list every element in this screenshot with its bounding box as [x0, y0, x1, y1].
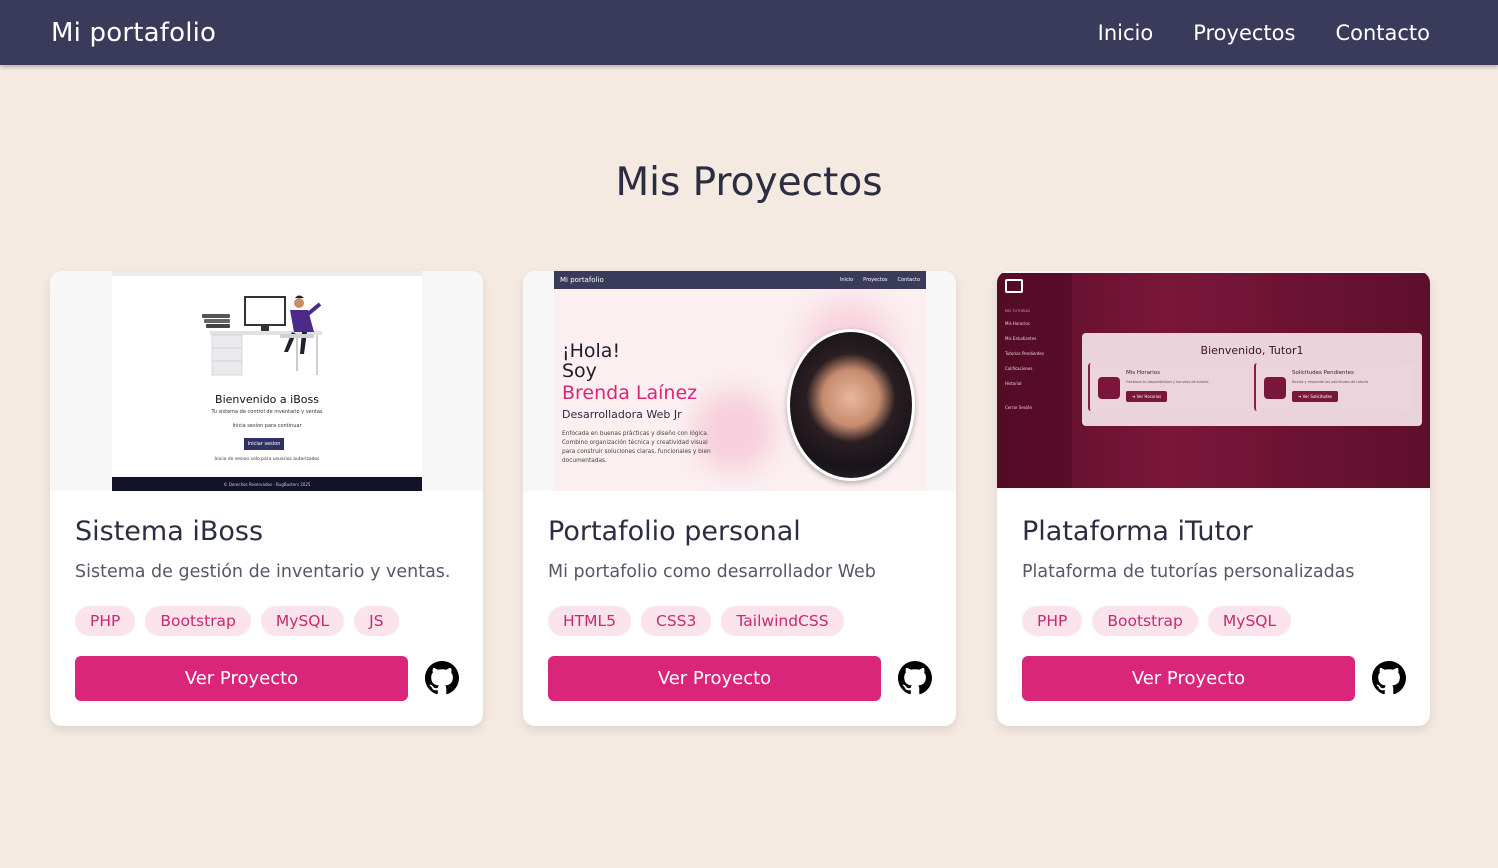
project-thumbnail: MIS TUTORÍAS Mis Horarios Mis Estudiante… — [997, 271, 1430, 491]
project-description: Plataforma de tutorías personalizadas — [1022, 562, 1355, 582]
tag-list: PHP Bootstrap MySQL — [1022, 606, 1292, 636]
nav-link-proyectos[interactable]: Proyectos — [1193, 21, 1295, 45]
github-icon[interactable] — [898, 661, 932, 695]
greeting-line: Soy — [562, 360, 597, 382]
thumbnail-card-text: Gestiona tu disponibilidad y horarios de… — [1126, 380, 1209, 384]
thumbnail-note: Inicio de sesion solo para usuarios auto… — [214, 457, 320, 462]
thumbnail-subtitle: Tu sistema de control de inventario y ve… — [211, 409, 323, 415]
greeting-line: ¡Hola! — [562, 340, 621, 362]
view-project-button[interactable]: Ver Proyecto — [75, 656, 408, 701]
calendar-icon — [1098, 377, 1120, 399]
project-description: Mi portafolio como desarrollador Web — [548, 562, 876, 582]
project-title: Sistema iBoss — [75, 516, 264, 547]
thumbnail-nav-links: Inicio Proyectos Contacto — [840, 277, 920, 283]
thumbnail-nav-link: Proyectos — [863, 277, 888, 283]
thumbnail-card: Solicitudes Pendientes Revisa y responde… — [1254, 363, 1414, 411]
tag: HTML5 — [548, 606, 631, 636]
itutor-logo-icon — [1005, 279, 1023, 293]
view-project-button[interactable]: Ver Proyecto — [548, 656, 881, 701]
thumbnail-card-button: ➔ Ver Horarios — [1126, 391, 1168, 402]
tag: MySQL — [260, 606, 345, 636]
sidebar-item: Cerrar Sesión — [1005, 405, 1033, 410]
project-card-portafolio: Mi portafolio Inicio Proyectos Contacto … — [523, 271, 956, 726]
list-icon — [1264, 377, 1286, 399]
sidebar-item: Historial — [1005, 381, 1022, 386]
tag: TailwindCSS — [721, 606, 844, 636]
project-description: Sistema de gestión de inventario y venta… — [75, 562, 451, 582]
portfolio-screenshot: Mi portafolio Inicio Proyectos Contacto … — [554, 271, 926, 491]
navbar: Mi portafolio Inicio Proyectos Contacto — [0, 0, 1498, 65]
thumbnail-card-title: Mis Horarios — [1126, 370, 1161, 376]
thumbnail-card-title: Solicitudes Pendientes — [1292, 370, 1354, 376]
thumbnail-nav-link: Contacto — [897, 277, 920, 283]
page-title: Mis Proyectos — [615, 160, 883, 205]
sidebar-item: Tutorías Pendientes — [1005, 351, 1044, 356]
thumbnail-role: Desarrolladora Web Jr — [562, 408, 682, 421]
brand-logo[interactable]: Mi portafolio — [51, 18, 216, 48]
thumbnail-navbar: Mi portafolio Inicio Proyectos Contacto — [554, 271, 926, 289]
thumbnail-brand: Mi portafolio — [560, 276, 604, 284]
tag: MySQL — [1207, 606, 1292, 636]
sidebar-item: Calificaciones — [1005, 366, 1033, 371]
thumbnail-greeting: ¡Hola! Soy — [562, 341, 620, 381]
thumbnail-card: Mis Horarios Gestiona tu disponibilidad … — [1088, 363, 1248, 411]
nav-link-contacto[interactable]: Contacto — [1335, 21, 1430, 45]
tag: Bootstrap — [145, 606, 251, 636]
thumbnail-heading: Bienvenido a iBoss — [215, 393, 319, 406]
thumbnail-sidebar: MIS TUTORÍAS Mis Horarios Mis Estudiante… — [997, 273, 1072, 488]
thumbnail-login-button: Iniciar sesion — [244, 438, 284, 450]
nav-link-inicio[interactable]: Inicio — [1098, 21, 1154, 45]
tag: PHP — [75, 606, 136, 636]
project-thumbnail: Mi portafolio Inicio Proyectos Contacto … — [523, 271, 956, 491]
project-title: Portafolio personal — [548, 516, 801, 547]
tag: Bootstrap — [1092, 606, 1198, 636]
thumbnail-welcome-panel: Bienvenido, Tutor1 Mis Horarios Gestiona… — [1082, 333, 1422, 426]
iboss-login-screenshot: Bienvenido a iBoss Tu sistema de control… — [112, 271, 422, 491]
project-card-iboss: Bienvenido a iBoss Tu sistema de control… — [50, 271, 483, 726]
itutor-dashboard-screenshot: MIS TUTORÍAS Mis Horarios Mis Estudiante… — [997, 273, 1430, 488]
sidebar-item: Mis Estudiantes — [1005, 336, 1037, 341]
tag-list: PHP Bootstrap MySQL JS — [75, 606, 399, 636]
thumbnail-footer: © Derechos Reservados - BugBusters 2025 — [112, 477, 422, 491]
desk-illustration — [202, 295, 322, 376]
profile-photo — [787, 329, 915, 481]
sidebar-heading: MIS TUTORÍAS — [1005, 309, 1031, 313]
nav-links: Inicio Proyectos Contacto — [1098, 21, 1430, 45]
project-thumbnail: Bienvenido a iBoss Tu sistema de control… — [50, 271, 483, 491]
tag: JS — [354, 606, 399, 636]
thumbnail-blurb: Enfocada en buenas prácticas y diseño co… — [562, 431, 711, 464]
tag: PHP — [1022, 606, 1083, 636]
thumbnail-welcome: Bienvenido, Tutor1 — [1200, 344, 1304, 357]
thumbnail-name: Brenda Laínez — [562, 382, 698, 404]
github-icon[interactable] — [425, 661, 459, 695]
view-project-button[interactable]: Ver Proyecto — [1022, 656, 1355, 701]
project-card-itutor: MIS TUTORÍAS Mis Horarios Mis Estudiante… — [997, 271, 1430, 726]
tag: CSS3 — [641, 606, 712, 636]
github-icon[interactable] — [1372, 661, 1406, 695]
tag-list: HTML5 CSS3 TailwindCSS — [548, 606, 844, 636]
thumbnail-card-text: Revisa y responde las solicitudes de tut… — [1292, 380, 1369, 384]
thumbnail-nav-link: Inicio — [839, 277, 854, 283]
thumbnail-prompt: Inicia sesion para continuar — [232, 423, 302, 429]
project-title: Plataforma iTutor — [1022, 516, 1253, 547]
thumbnail-card-button: ➔ Ver Solicitudes — [1292, 391, 1339, 402]
sidebar-item: Mis Horarios — [1005, 321, 1030, 326]
